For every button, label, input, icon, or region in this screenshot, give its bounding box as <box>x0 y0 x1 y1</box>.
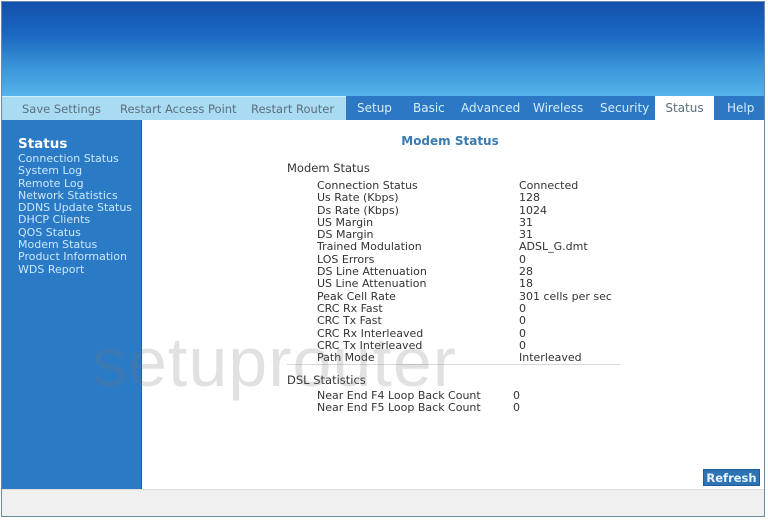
tab-advanced[interactable]: Advanced <box>461 96 520 120</box>
row-value: 128 <box>519 191 540 205</box>
refresh-button[interactable]: Refresh <box>703 469 760 486</box>
row-value: ADSL_G.dmt <box>519 240 588 254</box>
tab-status[interactable]: Status <box>655 96 714 120</box>
row-label: CRC Tx Fast <box>317 314 382 328</box>
sidebar-links: Connection Status System Log Remote Log … <box>18 152 132 276</box>
router-admin-window: Save Settings Restart Access Point Resta… <box>1 1 765 517</box>
restart-access-point-link[interactable]: Restart Access Point <box>120 97 237 121</box>
tab-basic[interactable]: Basic <box>413 96 445 120</box>
sidebar-title: Status <box>18 136 68 152</box>
row-value: 0 <box>519 314 526 328</box>
row-label: Near End F5 Loop Back Count <box>317 401 481 415</box>
page-title-text: Modem Status <box>401 134 499 148</box>
modem-status-section-title: Modem Status <box>287 161 370 175</box>
sidebar-item-dhcp-clients[interactable]: DHCP Clients <box>18 214 132 227</box>
sidebar: Status Connection Status System Log Remo… <box>2 120 142 489</box>
row-label: US Line Attenuation <box>317 277 427 291</box>
row-value: 301 cells per sec <box>519 289 612 303</box>
tab-setup[interactable]: Setup <box>357 96 392 120</box>
tab-security[interactable]: Security <box>600 96 649 120</box>
main-nav-tabs: Setup Basic Advanced Wireless Security S… <box>346 96 764 120</box>
row-value: 0 <box>513 401 520 415</box>
row-label: Us Rate (Kbps) <box>317 191 399 205</box>
tab-wireless[interactable]: Wireless <box>533 96 583 120</box>
tab-help[interactable]: Help <box>727 96 754 120</box>
save-settings-link[interactable]: Save Settings <box>22 97 101 121</box>
row-value: 0 <box>519 326 526 340</box>
sidebar-item-system-log[interactable]: System Log <box>18 164 132 177</box>
restart-router-link[interactable]: Restart Router <box>251 97 334 121</box>
row-label: Path Mode <box>317 351 375 365</box>
row-label: Trained Modulation <box>317 240 422 254</box>
row-value: Interleaved <box>519 351 582 365</box>
sidebar-item-product-information[interactable]: Product Information <box>18 251 132 264</box>
sidebar-item-wds-report[interactable]: WDS Report <box>18 263 132 276</box>
dsl-statistics-section-title: DSL Statistics <box>287 373 366 387</box>
section-divider <box>287 364 620 365</box>
footer-bar <box>2 489 764 516</box>
row-label: CRC Rx Interleaved <box>317 326 424 340</box>
page-title: Modem Status <box>142 134 764 148</box>
main-content: Modem Status Modem Status Connection Sta… <box>142 120 764 489</box>
row-value: 18 <box>519 277 533 291</box>
header-banner <box>2 2 764 96</box>
